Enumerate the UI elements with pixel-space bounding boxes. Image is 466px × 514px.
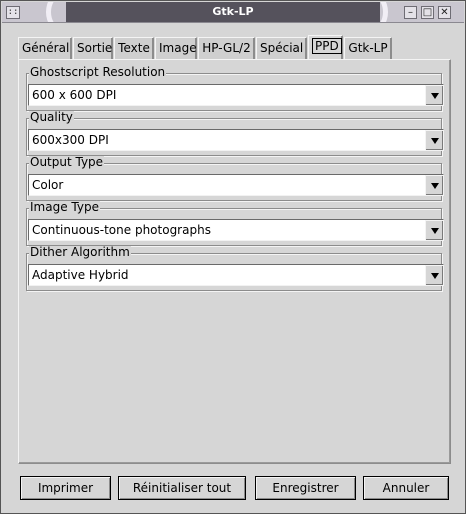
dropdown-arrow-icon[interactable] — [425, 130, 443, 150]
option-group-ghostscript-resolution: Ghostscript Resolution 600 x 600 DPI — [26, 66, 444, 111]
dropdown-arrow-icon[interactable] — [425, 265, 443, 285]
combo-value: 600x300 DPI — [32, 133, 109, 147]
dropdown-arrow-icon[interactable] — [425, 175, 443, 195]
option-group-dither-algorithm: Dither Algorithm Adaptive Hybrid — [26, 246, 444, 291]
tab-general[interactable]: Général — [18, 37, 72, 59]
dither-algorithm-select[interactable]: Adaptive Hybrid — [28, 264, 444, 286]
quality-select[interactable]: 600x300 DPI — [28, 129, 444, 151]
cancel-button[interactable]: Annuler — [363, 476, 449, 500]
combo-value: 600 x 600 DPI — [32, 88, 117, 102]
tab-sortie[interactable]: Sortie — [73, 37, 113, 59]
main-window: :: Gtk-LP – □ ✕ Général Sortie Texte Ima… — [0, 0, 466, 514]
option-group-quality: Quality 600x300 DPI — [26, 111, 444, 156]
tab-hpgl2[interactable]: HP-GL/2 — [198, 37, 255, 59]
save-button[interactable]: Enregistrer — [255, 476, 356, 500]
tab-gtklp[interactable]: Gtk-LP — [344, 37, 392, 59]
output-type-select[interactable]: Color — [28, 174, 444, 196]
combo-value: Adaptive Hybrid — [32, 268, 129, 282]
image-type-select[interactable]: Continuous-tone photographs — [28, 219, 444, 241]
dropdown-arrow-icon[interactable] — [425, 85, 443, 105]
option-group-image-type: Image Type Continuous-tone photographs — [26, 201, 444, 246]
tab-image[interactable]: Image — [155, 37, 197, 59]
tab-ppd[interactable]: PPD — [308, 35, 343, 60]
ghostscript-resolution-select[interactable]: 600 x 600 DPI — [28, 84, 444, 106]
option-label: Dither Algorithm — [29, 245, 131, 259]
close-icon[interactable]: ✕ — [438, 6, 451, 19]
tab-special[interactable]: Spécial — [256, 37, 307, 59]
window-title: Gtk-LP — [212, 5, 254, 18]
option-label: Quality — [29, 110, 74, 124]
option-label: Output Type — [29, 155, 105, 169]
combo-value: Color — [32, 178, 64, 192]
option-group-output-type: Output Type Color — [26, 156, 444, 201]
combo-value: Continuous-tone photographs — [32, 223, 211, 237]
option-label: Ghostscript Resolution — [29, 65, 167, 79]
print-button[interactable]: Imprimer — [20, 476, 111, 500]
reset-all-button[interactable]: Réinitialiser tout — [118, 476, 246, 500]
option-label: Image Type — [29, 200, 100, 214]
tab-texte[interactable]: Texte — [114, 37, 154, 59]
dropdown-arrow-icon[interactable] — [425, 220, 443, 240]
ppd-panel: Ghostscript Resolution 600 x 600 DPI Qua… — [18, 59, 451, 464]
minimize-icon[interactable]: – — [404, 6, 417, 19]
maximize-icon[interactable]: □ — [421, 6, 434, 19]
title-bar[interactable]: :: Gtk-LP – □ ✕ — [2, 2, 464, 23]
